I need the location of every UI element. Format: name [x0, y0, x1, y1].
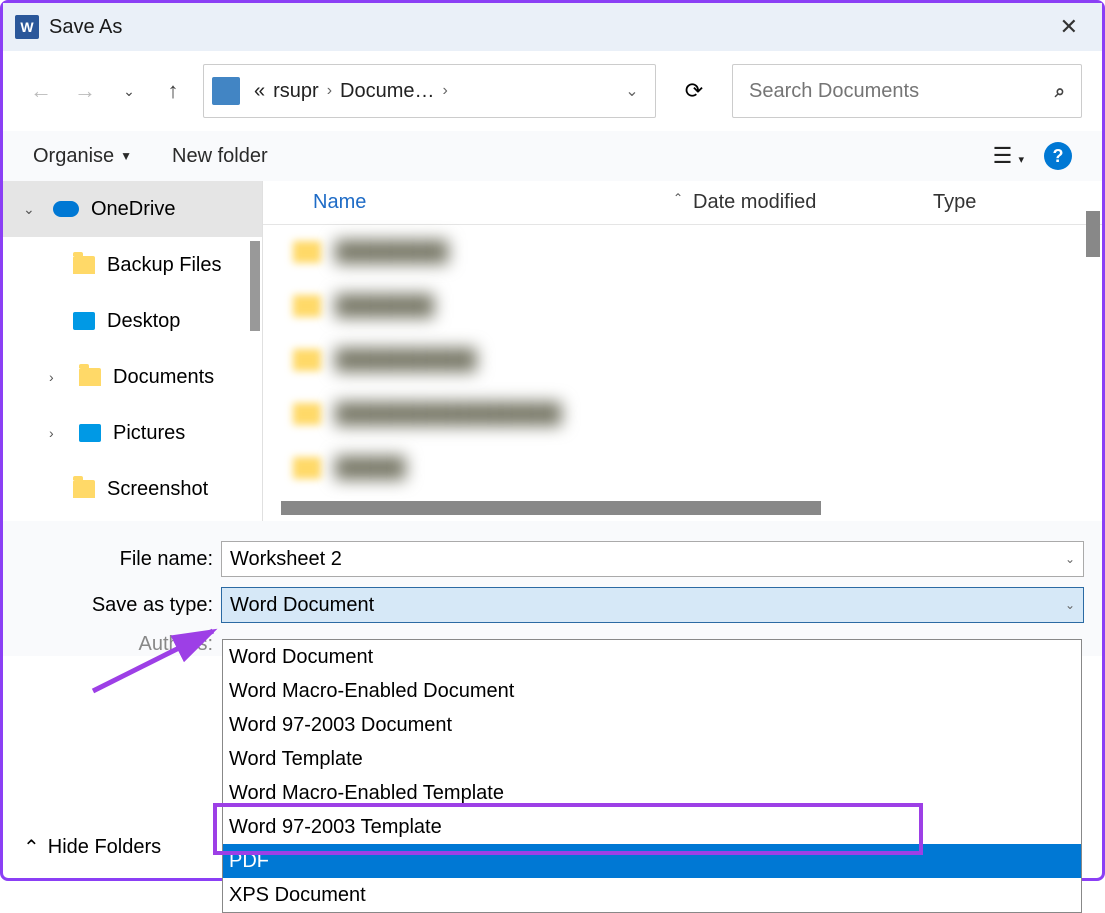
desktop-icon: [73, 312, 95, 330]
type-option[interactable]: Word Macro-Enabled Document: [223, 674, 1081, 708]
type-option[interactable]: XPS Document: [223, 878, 1081, 912]
list-item[interactable]: ████████: [263, 225, 1102, 279]
list-item[interactable]: ██████████: [263, 333, 1102, 387]
search-input[interactable]: [749, 80, 1055, 103]
col-date[interactable]: Date modified: [693, 191, 933, 214]
nav-row: ← → ⌄ ↑ « rsupr › Docume… › ⌄ ⟳ ⌕: [3, 51, 1102, 131]
type-option[interactable]: Word 97-2003 Document: [223, 708, 1081, 742]
sidebar-item-label: Desktop: [107, 310, 180, 333]
sidebar-scrollbar[interactable]: [250, 241, 260, 331]
type-option[interactable]: Word Document: [223, 640, 1081, 674]
help-button[interactable]: ?: [1044, 142, 1072, 170]
type-option[interactable]: Word Template: [223, 742, 1081, 776]
chevron-down-icon[interactable]: ⌄: [23, 201, 41, 218]
up-button[interactable]: ↑: [155, 73, 191, 109]
address-bar[interactable]: « rsupr › Docume… › ⌄: [203, 64, 656, 118]
folder-icon: [73, 480, 95, 498]
col-name[interactable]: Name⌃: [263, 191, 693, 214]
chevron-right-icon[interactable]: ›: [49, 425, 67, 441]
view-menu[interactable]: ☰ ▾: [993, 143, 1024, 169]
chevron-down-icon[interactable]: ⌄: [1065, 598, 1075, 612]
new-folder-button[interactable]: New folder: [172, 145, 268, 168]
path-seg-1[interactable]: rsupr: [273, 80, 319, 103]
list-item[interactable]: █████: [263, 441, 1102, 495]
path-seg-2[interactable]: Docume…: [340, 80, 434, 103]
titlebar: Save As ✕: [3, 3, 1102, 51]
search-icon[interactable]: ⌕: [1055, 81, 1065, 102]
refresh-button[interactable]: ⟳: [674, 71, 714, 111]
sidebar-item-screenshot[interactable]: Screenshot: [3, 461, 262, 517]
horizontal-scrollbar[interactable]: [281, 501, 821, 515]
onedrive-icon: [53, 201, 79, 217]
col-type[interactable]: Type: [933, 191, 1013, 214]
sidebar-item-label: Documents: [113, 366, 214, 389]
annotation-arrow: [83, 621, 233, 701]
sidebar-item-pictures[interactable]: › Pictures: [3, 405, 262, 461]
pictures-icon: [79, 424, 101, 442]
chevron-up-icon: ⌃: [23, 835, 40, 860]
path-root-marker: «: [254, 80, 265, 103]
sidebar-item-desktop[interactable]: Desktop: [3, 293, 262, 349]
chevron-right-icon[interactable]: ›: [443, 82, 448, 100]
vertical-scrollbar[interactable]: [1086, 211, 1100, 257]
sidebar-item-backup[interactable]: Backup Files: [3, 237, 262, 293]
main-area: ⌄ OneDrive Backup Files Desktop › Docume…: [3, 181, 1102, 521]
save-type-select[interactable]: Word Document⌄: [221, 587, 1084, 623]
forward-button[interactable]: →: [67, 73, 103, 109]
folder-icon: [79, 368, 101, 386]
toolbar: Organise▼ New folder ☰ ▾ ?: [3, 131, 1102, 181]
hide-folders-button[interactable]: ⌃ Hide Folders: [23, 835, 161, 860]
dialog-title: Save As: [49, 16, 122, 39]
sidebar-item-documents[interactable]: › Documents: [3, 349, 262, 405]
organise-menu[interactable]: Organise▼: [33, 145, 132, 168]
file-list-pane: Name⌃ Date modified Type ████████ ██████…: [263, 181, 1102, 521]
search-box[interactable]: ⌕: [732, 64, 1082, 118]
recent-dropdown[interactable]: ⌄: [111, 73, 147, 109]
folder-icon: [73, 256, 95, 274]
save-type-dropdown: Word Document Word Macro-Enabled Documen…: [222, 639, 1082, 913]
list-item[interactable]: ███████: [263, 279, 1102, 333]
location-icon: [212, 77, 240, 105]
chevron-right-icon[interactable]: ›: [49, 369, 67, 385]
word-icon: [15, 15, 39, 39]
filename-label: File name:: [21, 548, 221, 571]
chevron-down-icon[interactable]: ⌄: [1065, 552, 1075, 566]
sort-indicator-icon: ⌃: [673, 191, 683, 214]
sidebar-item-label: OneDrive: [91, 198, 175, 221]
close-button[interactable]: ✕: [1048, 10, 1090, 44]
filename-input[interactable]: Worksheet 2⌄: [221, 541, 1084, 577]
sidebar-item-label: Backup Files: [107, 254, 222, 277]
column-headers: Name⌃ Date modified Type: [263, 181, 1102, 225]
nav-sidebar: ⌄ OneDrive Backup Files Desktop › Docume…: [3, 181, 263, 521]
sidebar-item-label: Screenshot: [107, 478, 208, 501]
type-option[interactable]: Word Macro-Enabled Template: [223, 776, 1081, 810]
list-item[interactable]: ████████████████: [263, 387, 1102, 441]
chevron-right-icon[interactable]: ›: [327, 82, 332, 100]
back-button[interactable]: ←: [23, 73, 59, 109]
address-dropdown[interactable]: ⌄: [617, 81, 647, 101]
save-type-label: Save as type:: [21, 594, 221, 617]
hide-folders-label: Hide Folders: [48, 836, 161, 859]
sidebar-item-label: Pictures: [113, 422, 185, 445]
type-option-pdf[interactable]: PDF: [223, 844, 1081, 878]
type-option[interactable]: Word 97-2003 Template: [223, 810, 1081, 844]
sidebar-item-onedrive[interactable]: ⌄ OneDrive: [3, 181, 262, 237]
